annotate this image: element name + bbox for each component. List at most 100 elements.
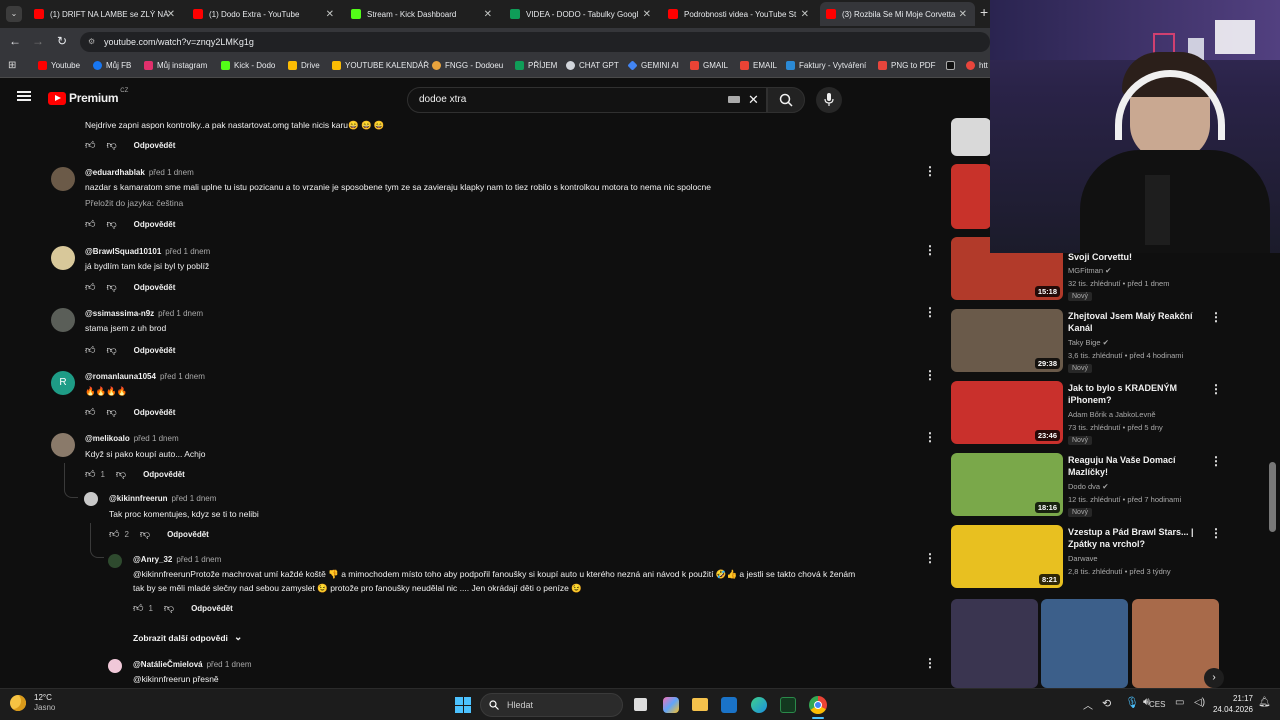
reply-button[interactable]: Odpovědět <box>143 470 185 479</box>
avatar[interactable] <box>108 554 122 568</box>
search-input[interactable]: dodoe xtra ✕ <box>407 87 767 113</box>
channel-name[interactable]: Dodo dva ✔ <box>1068 482 1109 491</box>
reply-button[interactable]: Odpovědět <box>167 530 209 539</box>
language-indicator[interactable]: CES <box>1149 700 1165 709</box>
comment-author[interactable]: @eduardhablak před 1 dnem <box>85 168 194 177</box>
outlook-icon[interactable] <box>721 697 737 713</box>
comment-author[interactable]: @BrawlSquad10101 před 1 dnem <box>85 247 210 256</box>
avatar[interactable] <box>51 433 75 457</box>
task-view-icon[interactable] <box>634 698 647 711</box>
browser-tab-active[interactable]: (3) Rozbila Se Mi Moje Corvetta ✕ <box>820 2 975 26</box>
comment-author[interactable]: @ssimassima-n9z před 1 dnem <box>85 309 203 318</box>
comment-author[interactable]: @melikoalo před 1 dnem <box>85 434 179 443</box>
tray-chevron-up-icon[interactable]: ︿ <box>1083 697 1093 712</box>
browser-tab-1[interactable]: (1) DRIFT NA LAMBE se ZLÝ NÁ ✕ <box>28 2 183 26</box>
video-thumbnail[interactable]: 18:16 <box>951 453 1063 516</box>
bookmark-youtube-calendar[interactable]: YOUTUBE KALENDÁŘ <box>332 61 429 70</box>
close-icon[interactable]: ✕ <box>484 9 492 20</box>
show-more-replies-button[interactable]: Zobrazit další odpovědi ⌄ <box>133 632 242 643</box>
video-thumbnail[interactable]: 23:46 <box>951 381 1063 444</box>
menu-icon[interactable] <box>17 91 31 101</box>
reply-button[interactable]: Odpovědět <box>134 346 176 355</box>
more-options-icon[interactable]: ⋮ <box>1210 310 1222 324</box>
back-icon[interactable]: ← <box>9 34 21 48</box>
terminal-icon[interactable] <box>780 697 796 713</box>
more-options-icon[interactable]: ⋮ <box>924 368 936 382</box>
like-icon[interactable]: 👍︎ <box>85 406 95 418</box>
copilot-icon[interactable] <box>663 697 679 713</box>
youtube-premium-logo[interactable]: Premium CZ <box>48 88 128 105</box>
dislike-icon[interactable]: 👎︎ <box>106 139 116 151</box>
channel-name[interactable]: MGFitman ✔ <box>1068 266 1111 275</box>
bookmark-facebook[interactable]: Můj FB <box>93 61 131 70</box>
weather-widget[interactable]: 12°C Jasno <box>10 693 55 713</box>
bookmark-gmail[interactable]: GMAIL <box>690 61 728 70</box>
close-icon[interactable]: ✕ <box>326 9 334 20</box>
search-button[interactable] <box>767 87 805 113</box>
avatar[interactable] <box>51 167 75 191</box>
bookmark-email[interactable]: EMAIL <box>740 61 777 70</box>
reply-button[interactable]: Odpovědět <box>134 283 176 292</box>
video-title[interactable]: Reaguju Na Vaše Domací Mazlíčky! <box>1068 454 1208 478</box>
video-title[interactable]: Zhejtoval Jsem Malý Reakční Kanál <box>1068 310 1208 334</box>
more-options-icon[interactable]: ⋮ <box>1210 454 1222 468</box>
channel-name[interactable]: Darwave <box>1068 554 1098 563</box>
forward-icon[interactable]: → <box>32 34 44 48</box>
bookmark-prijem[interactable]: PŘÍJEM <box>515 61 557 70</box>
notification-bell-icon[interactable]: 🔔︎ <box>1258 697 1271 708</box>
voice-search-button[interactable] <box>816 87 842 113</box>
apps-icon[interactable]: ⊞ <box>8 60 16 71</box>
video-title[interactable]: Vzestup a Pád Brawl Stars... | Zpátky na… <box>1068 526 1208 550</box>
bookmark-instagram[interactable]: Můj instagram <box>144 61 207 70</box>
bookmark-chatgpt[interactable]: CHAT GPT <box>566 61 619 70</box>
dislike-icon[interactable]: 👎︎ <box>106 344 116 356</box>
file-explorer-icon[interactable] <box>692 698 708 711</box>
comment-author[interactable]: @romanlauna1054 před 1 dnem <box>85 372 205 381</box>
taskbar-search[interactable]: Hledat <box>480 693 623 717</box>
bookmark-faktury[interactable]: Faktury - Vytváření <box>786 61 866 70</box>
reply-button[interactable]: Odpovědět <box>134 408 176 417</box>
browser-tab-3[interactable]: Stream - Kick Dashboard ✕ <box>345 2 500 26</box>
reply-button[interactable]: Odpovědět <box>134 141 176 150</box>
like-icon[interactable]: 👍︎ <box>133 602 143 614</box>
page-scrollbar[interactable] <box>1269 462 1276 532</box>
channel-name[interactable]: Taky Bige ✔ <box>1068 338 1109 347</box>
reply-author[interactable]: @kikinnfreerun před 1 dnem <box>109 494 216 503</box>
bookmark-kick[interactable]: Kick - Dodo <box>221 61 275 70</box>
reload-icon[interactable]: ↻ <box>57 34 67 48</box>
bookmark-gemini[interactable]: GEMINI AI <box>627 60 679 71</box>
clock[interactable]: 21:17 24.04.2026 <box>1208 693 1253 715</box>
network-icon[interactable]: ▭ <box>1175 697 1184 708</box>
site-info-icon[interactable]: ⚙ <box>88 32 95 52</box>
tab-search-button[interactable]: ⌄ <box>6 6 22 22</box>
reply-author[interactable]: @Anry_32 před 1 dnem <box>133 555 221 564</box>
channel-name[interactable]: Adam Bőrik a JabkoLevně <box>1068 410 1156 419</box>
more-options-icon[interactable]: ⋮ <box>924 656 936 670</box>
keyboard-icon[interactable] <box>728 96 740 103</box>
windows-start-icon[interactable] <box>455 697 471 713</box>
chrome-icon[interactable] <box>809 696 827 714</box>
speaker-icon[interactable]: ◁) <box>1194 697 1205 708</box>
bookmark-drive[interactable]: Drive <box>288 61 320 70</box>
shorts-thumbnail[interactable] <box>951 599 1038 688</box>
close-icon[interactable]: ✕ <box>643 9 651 20</box>
more-options-icon[interactable]: ⋮ <box>924 430 936 444</box>
avatar[interactable] <box>108 659 122 673</box>
reply-button[interactable]: Odpovědět <box>134 220 176 229</box>
like-icon[interactable]: 👍︎ <box>85 218 95 230</box>
more-options-icon[interactable]: ⋮ <box>924 305 936 319</box>
video-title[interactable]: Jak to bylo s KRADENÝM iPhonem? <box>1068 382 1208 406</box>
new-tab-button[interactable]: + <box>980 4 988 20</box>
avatar[interactable] <box>51 246 75 270</box>
edge-icon[interactable] <box>751 697 767 713</box>
url-input[interactable]: ⚙ youtube.com/watch?v=znqy2LMKg1g <box>80 32 990 52</box>
reply-author[interactable]: @NatálieČmielová před 1 dnem <box>133 660 252 669</box>
more-options-icon[interactable]: ⋮ <box>924 164 936 178</box>
close-icon[interactable]: ✕ <box>801 9 809 20</box>
more-options-icon[interactable]: ⋮ <box>924 243 936 257</box>
browser-tab-5[interactable]: Podrobnosti videa - YouTube St ✕ <box>662 2 817 26</box>
dislike-icon[interactable]: 👎︎ <box>164 602 174 614</box>
browser-tab-4[interactable]: VIDEA - DODO - Tabulky Googl ✕ <box>504 2 659 26</box>
dislike-icon[interactable]: 👎︎ <box>116 468 126 480</box>
like-icon[interactable]: 👍︎ <box>85 344 95 356</box>
